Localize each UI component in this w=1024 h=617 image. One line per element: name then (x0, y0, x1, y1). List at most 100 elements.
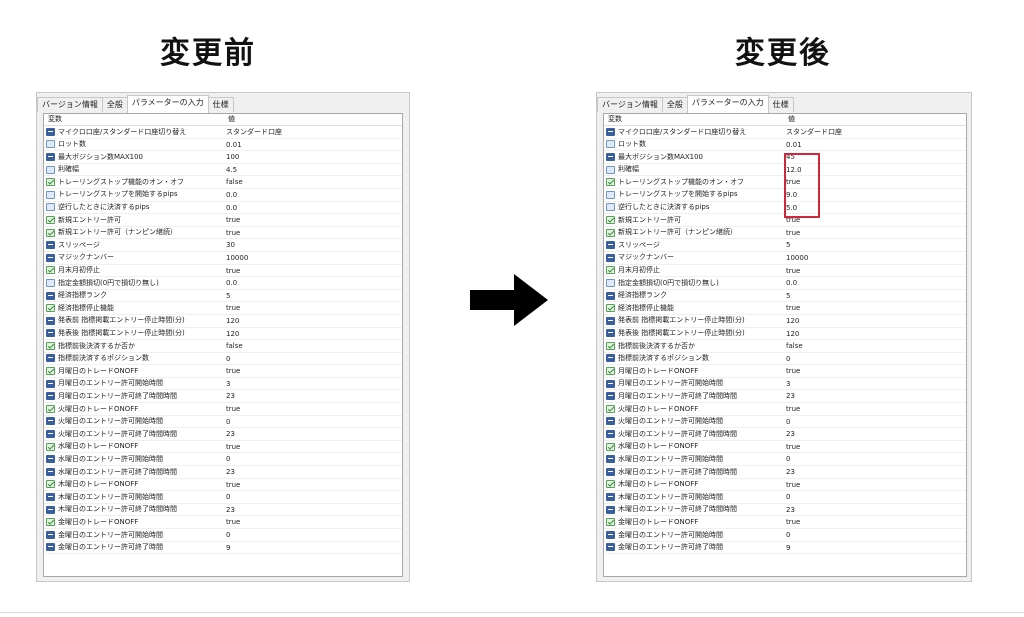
parameter-value[interactable]: true (784, 227, 800, 239)
parameter-value[interactable]: 23 (784, 466, 795, 478)
parameter-value[interactable]: 23 (224, 504, 235, 516)
parameter-row[interactable]: 利確幅 4.5 (44, 164, 402, 177)
parameter-row[interactable]: 指標前後決済するか否か false (604, 340, 966, 353)
parameter-value[interactable]: 23 (784, 504, 795, 516)
parameter-row[interactable]: 月曜日のエントリー許可終了時間時間 23 (44, 390, 402, 404)
parameter-value[interactable]: 0 (224, 453, 230, 465)
parameter-value[interactable]: スタンダード口座 (224, 126, 282, 138)
parameter-row[interactable]: 木曜日のエントリー許可終了時間時間 23 (44, 504, 402, 517)
parameter-value[interactable]: true (784, 265, 800, 277)
column-header-value[interactable]: 値 (788, 114, 795, 125)
tab-general[interactable]: 全般 (661, 97, 688, 112)
parameter-row[interactable]: 火曜日のエントリー許可終了時間時間 23 (44, 428, 402, 441)
parameter-value[interactable]: true (224, 265, 240, 277)
parameter-value[interactable]: 23 (784, 428, 795, 440)
parameter-value[interactable]: false (224, 340, 243, 352)
parameter-value[interactable]: 0 (224, 353, 230, 365)
parameter-value[interactable]: true (784, 403, 800, 415)
parameter-row[interactable]: 新規エントリー許可 true (44, 214, 402, 227)
parameter-row[interactable]: 金曜日のエントリー許可開始時間 0 (44, 529, 402, 542)
parameter-row[interactable]: 指定金額損切(0円で損切り無し) 0.0 (44, 277, 402, 290)
column-header-variable[interactable]: 変数 (44, 114, 228, 125)
parameter-row[interactable]: 金曜日のエントリー許可終了時間 9 (44, 542, 402, 555)
parameter-row[interactable]: 発表後 指標掲載エントリー停止時間(分) 120 (44, 328, 402, 341)
parameter-row[interactable]: 月曜日のトレードONOFF true (44, 365, 402, 378)
parameter-value[interactable]: true (784, 516, 800, 528)
tab-input-parameters[interactable]: パラメーターの入力 (686, 95, 769, 113)
parameter-value[interactable]: 0 (784, 353, 790, 365)
parameter-row[interactable]: 経済指標停止機能 true (604, 302, 966, 315)
parameter-value[interactable]: true (224, 441, 240, 453)
parameter-row[interactable]: 月末月初停止 true (604, 265, 966, 278)
parameter-row[interactable]: 水曜日のエントリー許可開始時間 0 (44, 453, 402, 467)
parameter-value[interactable]: true (224, 214, 240, 226)
parameter-value[interactable]: 0.01 (784, 139, 802, 151)
parameter-value[interactable]: true (784, 479, 800, 491)
parameter-value[interactable]: スタンダード口座 (784, 126, 842, 138)
parameter-row[interactable]: 指標前決済するポジション数 0 (604, 353, 966, 366)
parameter-value[interactable]: 3 (224, 378, 230, 390)
parameter-row[interactable]: 木曜日のエントリー許可開始時間 0 (604, 491, 966, 504)
parameter-value[interactable]: 120 (784, 315, 799, 327)
parameter-value[interactable]: 100 (224, 151, 239, 163)
parameter-row[interactable]: 発表前 指標掲載エントリー停止時間(分) 120 (604, 315, 966, 328)
tab-general[interactable]: 全般 (101, 97, 128, 112)
parameter-value[interactable]: true (784, 441, 800, 453)
parameter-row[interactable]: ロット数 0.01 (44, 139, 402, 152)
parameter-row[interactable]: 木曜日のエントリー許可開始時間 0 (44, 491, 402, 504)
parameter-value[interactable]: 5 (224, 290, 230, 302)
parameter-value[interactable]: 120 (224, 328, 239, 340)
parameter-row[interactable]: 水曜日のエントリー許可終了時間時間 23 (604, 466, 966, 479)
parameter-row[interactable]: 水曜日のトレードONOFF true (44, 441, 402, 454)
parameter-value[interactable]: 23 (224, 390, 235, 402)
parameter-row[interactable]: 火曜日のトレードONOFF true (44, 403, 402, 416)
parameter-value[interactable]: 10000 (784, 252, 808, 264)
parameter-value[interactable]: 0.0 (224, 189, 237, 201)
parameter-value[interactable]: true (224, 302, 240, 314)
parameter-value[interactable]: 5 (784, 239, 790, 251)
parameter-row[interactable]: 火曜日のトレードONOFF true (604, 403, 966, 416)
parameter-row[interactable]: マジックナンバー 10000 (44, 252, 402, 265)
parameter-row[interactable]: トレーリングストップを開始するpips 0.0 (44, 189, 402, 202)
parameter-value[interactable]: 120 (224, 315, 239, 327)
parameter-value[interactable]: true (224, 365, 240, 377)
parameter-row[interactable]: 月末月初停止 true (44, 265, 402, 278)
parameter-row[interactable]: 月曜日のエントリー許可終了時間時間 23 (604, 390, 966, 404)
parameter-row[interactable]: 月曜日のトレードONOFF true (604, 365, 966, 378)
parameter-value[interactable]: 120 (784, 328, 799, 340)
parameter-value[interactable]: 9 (224, 542, 230, 554)
parameter-value[interactable]: 0 (784, 453, 790, 465)
parameter-row[interactable]: マイクロ口座/スタンダード口座切り替え スタンダード口座 (44, 126, 402, 139)
parameter-row[interactable]: スリッページ 30 (44, 239, 402, 252)
parameter-value[interactable]: 0 (224, 529, 230, 541)
parameter-value[interactable]: 23 (224, 466, 235, 478)
parameter-value[interactable]: true (224, 479, 240, 491)
column-header-variable[interactable]: 変数 (604, 114, 788, 125)
parameter-row[interactable]: 月曜日のエントリー許可開始時間 3 (44, 378, 402, 391)
parameter-row[interactable]: 指標前決済するポジション数 0 (44, 353, 402, 366)
parameter-row[interactable]: 金曜日のトレードONOFF true (604, 516, 966, 529)
parameter-row[interactable]: 新規エントリー許可（ナンピン継続） true (604, 227, 966, 240)
parameter-value[interactable]: 9 (784, 542, 790, 554)
parameter-row[interactable]: 経済指標停止機能 true (44, 302, 402, 315)
parameter-row[interactable]: 新規エントリー許可（ナンピン継続） true (44, 227, 402, 240)
parameter-value[interactable]: 23 (784, 390, 795, 402)
tab-input-parameters[interactable]: パラメーターの入力 (126, 95, 209, 113)
parameter-row[interactable]: マジックナンバー 10000 (604, 252, 966, 265)
tab-specification[interactable]: 仕様 (767, 97, 794, 112)
parameter-row[interactable]: 火曜日のエントリー許可開始時間 0 (44, 416, 402, 429)
parameter-row[interactable]: 月曜日のエントリー許可開始時間 3 (604, 378, 966, 391)
parameter-value[interactable]: true (224, 403, 240, 415)
parameter-row[interactable]: 木曜日のトレードONOFF true (604, 479, 966, 492)
parameter-row[interactable]: 指定金額損切(0円で損切り無し) 0.0 (604, 277, 966, 290)
parameter-value[interactable]: 0.0 (784, 277, 797, 289)
parameter-value[interactable]: true (224, 516, 240, 528)
parameter-value[interactable]: true (224, 227, 240, 239)
parameter-row[interactable]: 木曜日のエントリー許可終了時間時間 23 (604, 504, 966, 517)
parameter-row[interactable]: 発表前 指標掲載エントリー停止時間(分) 120 (44, 315, 402, 328)
parameter-value[interactable]: true (784, 365, 800, 377)
parameter-row[interactable]: 金曜日のトレードONOFF true (44, 516, 402, 529)
tab-specification[interactable]: 仕様 (207, 97, 234, 112)
column-header-value[interactable]: 値 (228, 114, 235, 125)
parameter-row[interactable]: 火曜日のエントリー許可終了時間時間 23 (604, 428, 966, 441)
